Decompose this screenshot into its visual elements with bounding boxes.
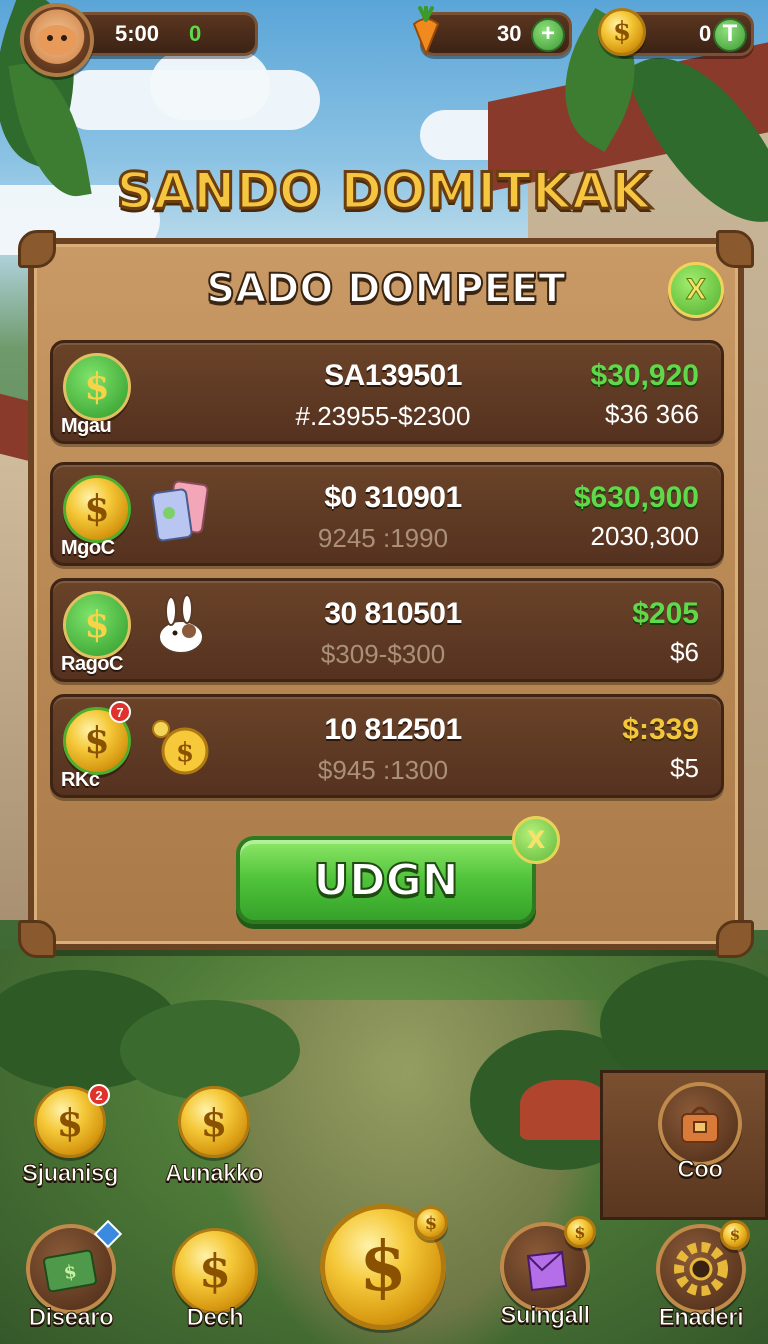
confirm-button-label: UDGN [312, 854, 459, 907]
nav-item-disearo[interactable]: $ Disearo [26, 1219, 123, 1332]
nav-label: Suingall [500, 1302, 591, 1330]
panel-title: SADO DOMPEET [205, 265, 566, 313]
nav-label: Coo [677, 1156, 724, 1184]
row-code: $0 310901 [324, 481, 462, 514]
nav-item-sjuanisg[interactable]: $ 2 Sjuanisg [21, 1084, 119, 1188]
panel-corner-ornament [18, 920, 56, 958]
row-amount: 2030,300 [590, 521, 699, 551]
nav-label: Enaderi [658, 1304, 744, 1332]
row-label: MgoC [61, 537, 115, 559]
timer-count: 0 [189, 21, 202, 46]
add-carrots-button[interactable]: + [531, 18, 565, 52]
svg-text:$: $ [176, 738, 194, 768]
notification-badge: 2 [88, 1084, 110, 1106]
row-code: 10 812501 [324, 713, 462, 746]
timer-pill: 5:00 0 [70, 12, 258, 56]
small-coin-icon: $ [720, 1220, 750, 1250]
panel-corner-ornament [716, 920, 754, 958]
bush [120, 1000, 300, 1100]
row-range: $309-$300 [320, 639, 446, 669]
wallet-row[interactable]: $ Mgau SA139501 #.23955-$2300 $30,920 $3… [50, 340, 724, 444]
nav-label: Aunakko [165, 1160, 264, 1188]
bag-icon [658, 1082, 742, 1166]
carrot-icon [406, 4, 446, 57]
dollar-badge-icon: $ [63, 591, 131, 659]
row-price: $:339 [622, 713, 699, 746]
coin-count: 0 [699, 21, 712, 46]
row-label: RagoC [61, 653, 123, 675]
dollar-badge-icon: $ [63, 353, 131, 421]
panel-corner-ornament [716, 230, 754, 268]
row-label: RKc [61, 769, 100, 791]
wallet-row[interactable]: $ MgoC $0 310901 9245 :1990 $630,900 203… [50, 462, 724, 566]
add-coins-button[interactable]: T [713, 18, 747, 52]
row-amount: $6 [670, 637, 699, 667]
close-button[interactable]: X [668, 262, 724, 318]
row-price: $30,920 [590, 359, 699, 392]
notification-badge: 7 [109, 701, 131, 723]
row-range: 9245 :1990 [317, 523, 449, 553]
gold-coin-badge-icon: $ [63, 475, 131, 543]
carrot-count: 30 [497, 21, 522, 46]
fox-face-icon [37, 25, 77, 55]
row-range: #.23955-$2300 [295, 401, 471, 431]
rabbit-icon [145, 593, 217, 665]
row-amount: $5 [670, 753, 699, 783]
nav-label: Sjuanisg [21, 1160, 119, 1188]
row-code: SA139501 [324, 359, 462, 392]
cards-icon [145, 477, 217, 549]
cloud [150, 50, 270, 120]
row-code: 30 810501 [324, 597, 462, 630]
nav-item-aunakko[interactable]: $ Aunakko [165, 1086, 264, 1188]
coin-icon: $ [172, 1228, 258, 1314]
nav-item-dech[interactable]: $ Dech [172, 1228, 258, 1332]
row-label: Mgau [61, 415, 112, 437]
player-avatar[interactable] [20, 3, 94, 77]
game-title: SANDO DOMITKAK [115, 161, 652, 222]
row-price: $630,900 [573, 481, 699, 514]
coin-flower-icon: $ [145, 709, 217, 781]
wallet-row[interactable]: $ 7 RKc $ 10 812501 $945 :1300 $:339 $5 [50, 694, 724, 798]
panel-corner-ornament [18, 230, 56, 268]
wallet-panel: SADO DOMPEET X $ Mgau SA139501 #.23955-$… [18, 230, 754, 958]
nav-label: Dech [186, 1304, 244, 1332]
red-plant [520, 1080, 610, 1140]
row-range: $945 :1300 [317, 755, 449, 785]
wallet-row[interactable]: $ RagoC 30 810501 $309-$300 $205 $6 [50, 578, 724, 682]
nav-item-coo[interactable]: Coo [658, 1082, 742, 1184]
coin-icon: $ [178, 1086, 250, 1158]
row-price: $205 [632, 597, 699, 630]
center-coin-button[interactable]: $ $ [320, 1204, 448, 1330]
row-amount: $36 366 [605, 399, 699, 429]
timer-text: 5:00 [115, 21, 160, 46]
nav-label: Disearo [28, 1304, 114, 1332]
small-coin-icon: $ [564, 1216, 596, 1248]
coin-icon: $ [598, 8, 646, 56]
nav-item-enaderi[interactable]: $ Enaderi [656, 1220, 750, 1332]
confirm-button[interactable]: UDGN X [236, 816, 560, 924]
nav-item-suingall[interactable]: $ Suingall [500, 1216, 596, 1330]
sparkle-icon: X [512, 816, 560, 864]
small-coin-icon: $ [414, 1206, 448, 1240]
